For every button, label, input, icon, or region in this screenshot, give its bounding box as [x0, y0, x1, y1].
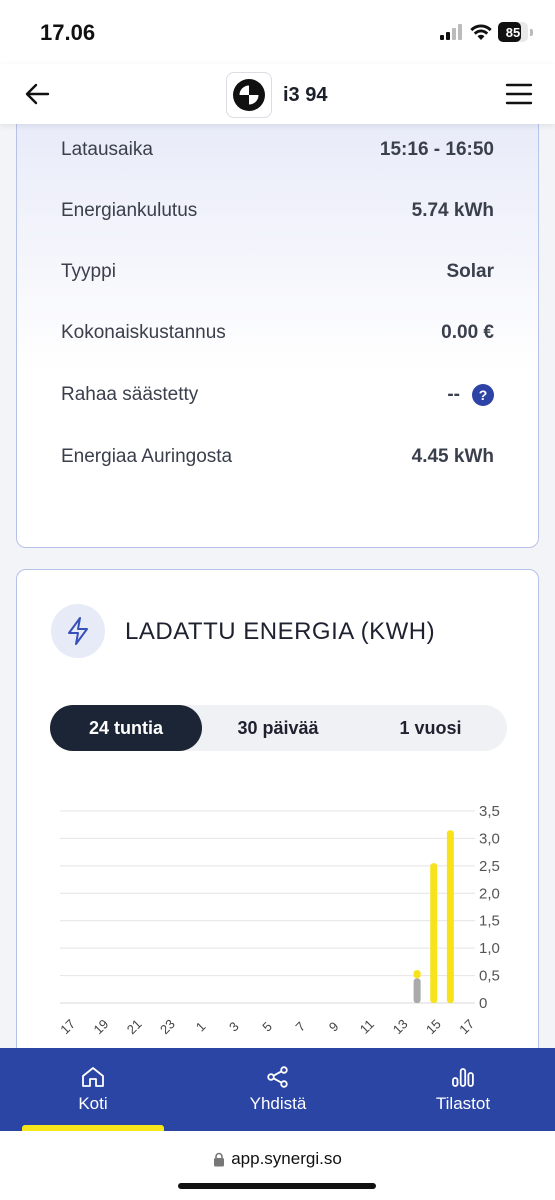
x-tick-label: 15 [423, 1016, 444, 1037]
battery-icon: 85 [498, 22, 528, 42]
detail-value: 4.45 kWh [411, 446, 494, 467]
nav-label: Tilastot [435, 1093, 491, 1113]
nav-label: Yhdistä [249, 1093, 307, 1113]
bolt-icon-wrap [51, 604, 105, 658]
period-selector: 24 tuntia 30 päivää 1 vuosi [50, 705, 507, 751]
y-tick-label: 0 [479, 995, 487, 1012]
status-icons: 85 [440, 22, 533, 42]
cellular-signal-icon [440, 24, 462, 40]
tab-1-year[interactable]: 1 vuosi [354, 705, 507, 751]
wifi-icon [470, 24, 492, 40]
y-tick-label: 2,0 [479, 885, 500, 902]
x-tick-label: 3 [226, 1019, 242, 1035]
detail-label: Latausaika [61, 139, 153, 160]
y-tick-label: 3,5 [479, 803, 500, 820]
nav-label: Koti [78, 1093, 108, 1113]
x-tick-label: 11 [357, 1017, 377, 1037]
detail-label: Energiaa Auringosta [61, 446, 233, 467]
car-logo [226, 72, 272, 118]
active-nav-indicator [22, 1125, 164, 1131]
x-tick-label: 7 [293, 1019, 309, 1035]
y-tick-label: 0,5 [479, 968, 500, 985]
tab-30-days[interactable]: 30 päivää [202, 705, 354, 751]
chart-bar [413, 978, 421, 1003]
x-tick-label: 21 [124, 1016, 145, 1037]
menu-button[interactable] [503, 78, 535, 110]
detail-row-total-cost: Kokonaiskustannus 0.00 € [61, 318, 494, 348]
nav-item-home[interactable]: Koti [22, 1048, 164, 1131]
detail-row-money-saved: Rahaa säästetty -- ? [61, 380, 494, 410]
lock-icon [214, 1152, 225, 1166]
stats-icon [452, 1067, 474, 1087]
y-tick-label: 3,0 [479, 830, 500, 847]
detail-label: Tyyppi [61, 261, 116, 282]
detail-row-type: Tyyppi Solar [61, 257, 494, 287]
y-tick-label: 1,5 [479, 913, 500, 930]
url-bar[interactable]: app.synergi.so [0, 1149, 555, 1169]
x-tick-label: 9 [326, 1019, 342, 1035]
detail-label: Rahaa säästetty [61, 384, 199, 405]
share-icon [267, 1065, 288, 1088]
home-icon [82, 1066, 104, 1087]
status-bar: 17.06 85 [0, 0, 555, 64]
detail-row-solar-energy: Energiaa Auringosta 4.45 kWh [61, 442, 494, 472]
detail-value: 0.00 € [441, 322, 494, 343]
help-icon[interactable]: ? [472, 384, 494, 406]
energy-title: LADATTU ENERGIA (KWH) [125, 618, 436, 645]
nav-item-connect[interactable]: Yhdistä [207, 1048, 349, 1131]
browser-bar: app.synergi.so [0, 1131, 555, 1200]
energy-bar-chart: 00,51,01,52,02,53,03,517 19 21 23 1 3 5 7 9 11 13 1… [57, 803, 500, 1037]
hamburger-menu-icon [505, 83, 533, 105]
chart-bar [446, 830, 454, 1003]
chart-bar [430, 863, 438, 1003]
home-indicator [178, 1183, 376, 1189]
detail-value: 15:16 - 16:50 [379, 139, 494, 160]
status-time: 17.06 [40, 20, 96, 45]
detail-label: Energiankulutus [61, 200, 198, 221]
y-tick-label: 1,0 [479, 940, 500, 957]
url-text: app.synergi.so [231, 1149, 342, 1168]
x-tick-label: 17 [456, 1016, 477, 1037]
detail-value: -- [447, 384, 460, 405]
arrow-left-icon [25, 83, 50, 105]
battery-level: 85 [505, 24, 521, 40]
detail-value: 5.74 kWh [411, 200, 494, 221]
x-tick-label: 23 [157, 1016, 178, 1037]
nav-item-stats[interactable]: Tilastot [392, 1048, 534, 1131]
charging-details-card: Latausaika 15:16 - 16:50 Energiankulutus… [16, 108, 539, 548]
x-tick-label: 17 [57, 1016, 78, 1037]
back-button[interactable] [22, 78, 54, 110]
tab-24-hours[interactable]: 24 tuntia [50, 705, 202, 751]
x-tick-label: 1 [193, 1019, 209, 1035]
bottom-navigation: Koti Yhdistä Tilastot [0, 1048, 555, 1131]
car-name: i3 94 [283, 84, 328, 106]
bmw-logo-icon [233, 79, 265, 111]
chart-bar [413, 970, 421, 979]
detail-value-wrap: -- ? [447, 384, 494, 406]
lightning-bolt-icon [68, 617, 88, 645]
app-header: i3 94 [0, 64, 555, 124]
charged-energy-card: LADATTU ENERGIA (KWH) 24 tuntia 30 päivä… [16, 569, 539, 1129]
x-tick-label: 5 [259, 1019, 275, 1035]
detail-value: Solar [446, 261, 494, 282]
x-tick-label: 13 [390, 1016, 411, 1037]
x-tick-label: 19 [90, 1016, 111, 1037]
y-tick-label: 2,5 [479, 858, 500, 875]
detail-row-energy-consumption: Energiankulutus 5.74 kWh [61, 196, 494, 226]
detail-label: Kokonaiskustannus [61, 322, 226, 343]
detail-row-charging-time: Latausaika 15:16 - 16:50 [61, 135, 494, 165]
